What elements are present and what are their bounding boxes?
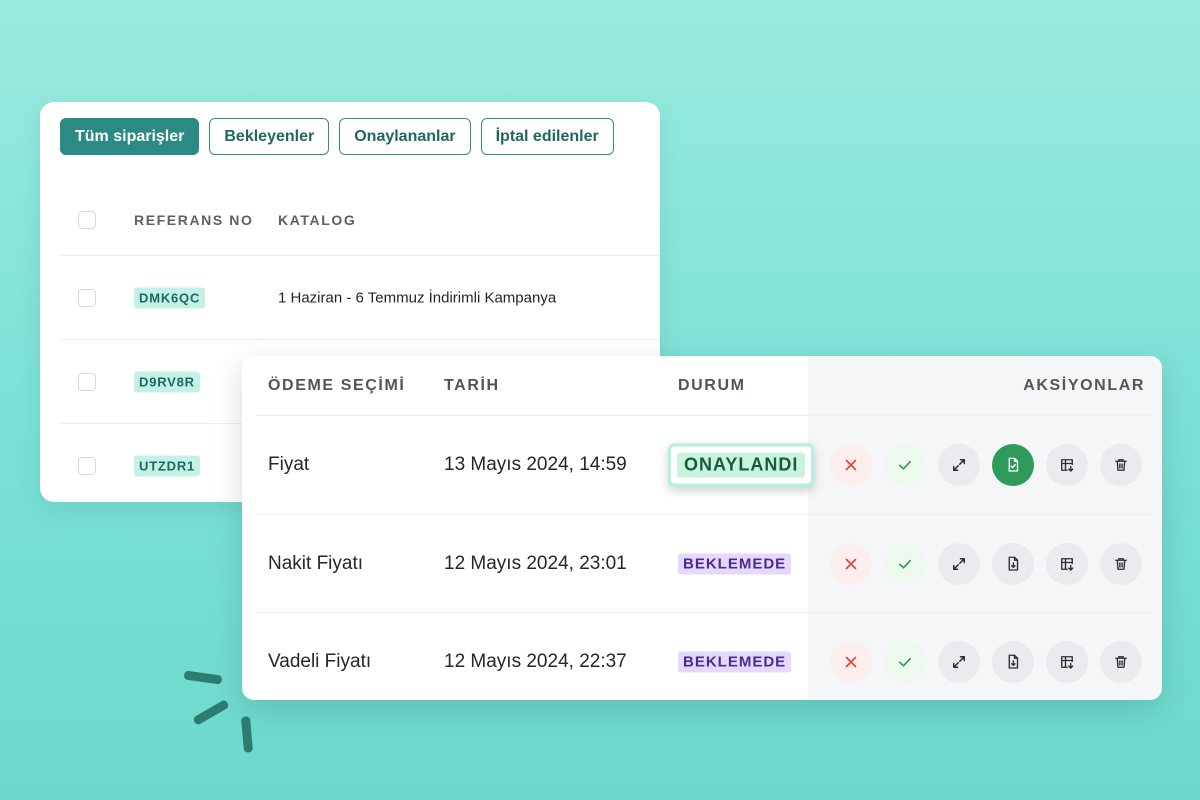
table-download-icon: [1061, 459, 1074, 472]
date-cell: 13 Mayıs 2024, 14:59: [444, 454, 627, 475]
status-cell: ONAYLANDI: [668, 443, 815, 487]
header-date: TARİH: [444, 377, 500, 394]
status-badge: ONAYLANDI: [677, 452, 806, 478]
approve-button[interactable]: [884, 543, 926, 585]
reference-cell: DMK6QC: [134, 287, 206, 308]
reference-badge: UTZDR1: [134, 455, 201, 477]
file-download-icon: [1008, 556, 1019, 571]
reject-button[interactable]: [830, 444, 872, 486]
check-icon: [898, 460, 912, 470]
decorative-stroke: [192, 699, 230, 726]
expand-button[interactable]: [938, 641, 980, 683]
row-checkbox[interactable]: [78, 457, 96, 475]
document-button[interactable]: [992, 641, 1034, 683]
date-cell: 12 Mayıs 2024, 22:37: [444, 651, 627, 672]
reference-cell: D9RV8R: [134, 371, 200, 392]
status-cell: BEKLEMEDE: [678, 553, 792, 575]
order-filter-tabs: Tüm siparişler Bekleyenler Onaylananlar …: [60, 118, 614, 155]
file-check-icon: [1008, 457, 1019, 472]
decorative-stroke: [240, 716, 254, 753]
approve-button[interactable]: [884, 444, 926, 486]
trash-icon: [1115, 656, 1127, 668]
reject-button[interactable]: [830, 543, 872, 585]
payment-cell: Fiyat: [268, 454, 310, 475]
check-icon: [898, 657, 912, 667]
header-actions: AKSİYONLAR: [1023, 377, 1145, 394]
catalog-cell: 1 Haziran - 6 Temmuz İndirimli Kampanya: [278, 289, 557, 306]
delete-button[interactable]: [1100, 543, 1142, 585]
header-status: DURUM: [678, 377, 746, 394]
reference-cell: UTZDR1: [134, 455, 201, 477]
row-actions: [830, 543, 1142, 585]
reference-badge: D9RV8R: [134, 371, 200, 392]
select-all-checkbox[interactable]: [78, 210, 96, 229]
approve-button[interactable]: [884, 641, 926, 683]
orders-table-header: REFERANS NO KATALOG: [60, 184, 660, 256]
table-download-button[interactable]: [1046, 444, 1088, 486]
header-payment-choice: ÖDEME SEÇİMİ: [268, 377, 406, 394]
close-icon: [845, 656, 857, 668]
filter-pending[interactable]: Bekleyenler: [209, 118, 330, 155]
row-actions: [830, 444, 1142, 486]
filter-approved[interactable]: Onaylananlar: [339, 118, 471, 155]
delete-button[interactable]: [1100, 444, 1142, 486]
table-download-icon: [1061, 656, 1074, 669]
trash-icon: [1115, 459, 1127, 471]
payment-options-card: ÖDEME SEÇİMİ TARİH DURUM AKSİYONLAR Fiya…: [242, 356, 1162, 700]
reference-badge: DMK6QC: [134, 287, 206, 308]
table-row[interactable]: Nakit Fiyatı 12 Mayıs 2024, 23:01 BEKLEM…: [242, 515, 1162, 613]
status-highlight: ONAYLANDI: [668, 443, 815, 487]
decorative-stroke: [183, 670, 223, 685]
date-cell: 12 Mayıs 2024, 23:01: [444, 553, 627, 574]
expand-button[interactable]: [938, 444, 980, 486]
expand-button[interactable]: [938, 543, 980, 585]
payment-cell: Nakit Fiyatı: [268, 553, 364, 574]
table-row[interactable]: Vadeli Fiyatı 12 Mayıs 2024, 22:37 BEKLE…: [242, 613, 1162, 700]
row-checkbox[interactable]: [78, 288, 96, 307]
close-icon: [845, 459, 857, 471]
row-checkbox[interactable]: [78, 372, 96, 391]
payment-table-header: ÖDEME SEÇİMİ TARİH DURUM AKSİYONLAR: [242, 356, 1162, 416]
filter-cancelled[interactable]: İptal edilenler: [480, 118, 614, 155]
document-button[interactable]: [992, 444, 1034, 486]
table-download-button[interactable]: [1046, 641, 1088, 683]
table-download-button[interactable]: [1046, 543, 1088, 585]
status-cell: BEKLEMEDE: [678, 651, 792, 673]
table-download-icon: [1061, 558, 1074, 571]
table-row[interactable]: DMK6QC 1 Haziran - 6 Temmuz İndirimli Ka…: [60, 256, 660, 340]
header-catalog: KATALOG: [278, 211, 357, 228]
delete-button[interactable]: [1100, 641, 1142, 683]
status-badge: BEKLEMEDE: [678, 553, 792, 575]
trash-icon: [1115, 558, 1127, 570]
header-reference-no: REFERANS NO: [134, 211, 254, 228]
payment-cell: Vadeli Fiyatı: [268, 651, 372, 672]
expand-icon: [953, 656, 965, 668]
status-badge: BEKLEMEDE: [678, 651, 792, 673]
close-icon: [845, 558, 857, 570]
expand-icon: [953, 558, 965, 570]
document-button[interactable]: [992, 543, 1034, 585]
expand-icon: [953, 459, 965, 471]
filter-all-orders[interactable]: Tüm siparişler: [60, 118, 200, 155]
file-download-icon: [1008, 654, 1019, 669]
table-row[interactable]: Fiyat 13 Mayıs 2024, 14:59 ONAYLANDI: [242, 416, 1162, 514]
check-icon: [898, 559, 912, 569]
reject-button[interactable]: [830, 641, 872, 683]
row-actions: [830, 641, 1142, 683]
